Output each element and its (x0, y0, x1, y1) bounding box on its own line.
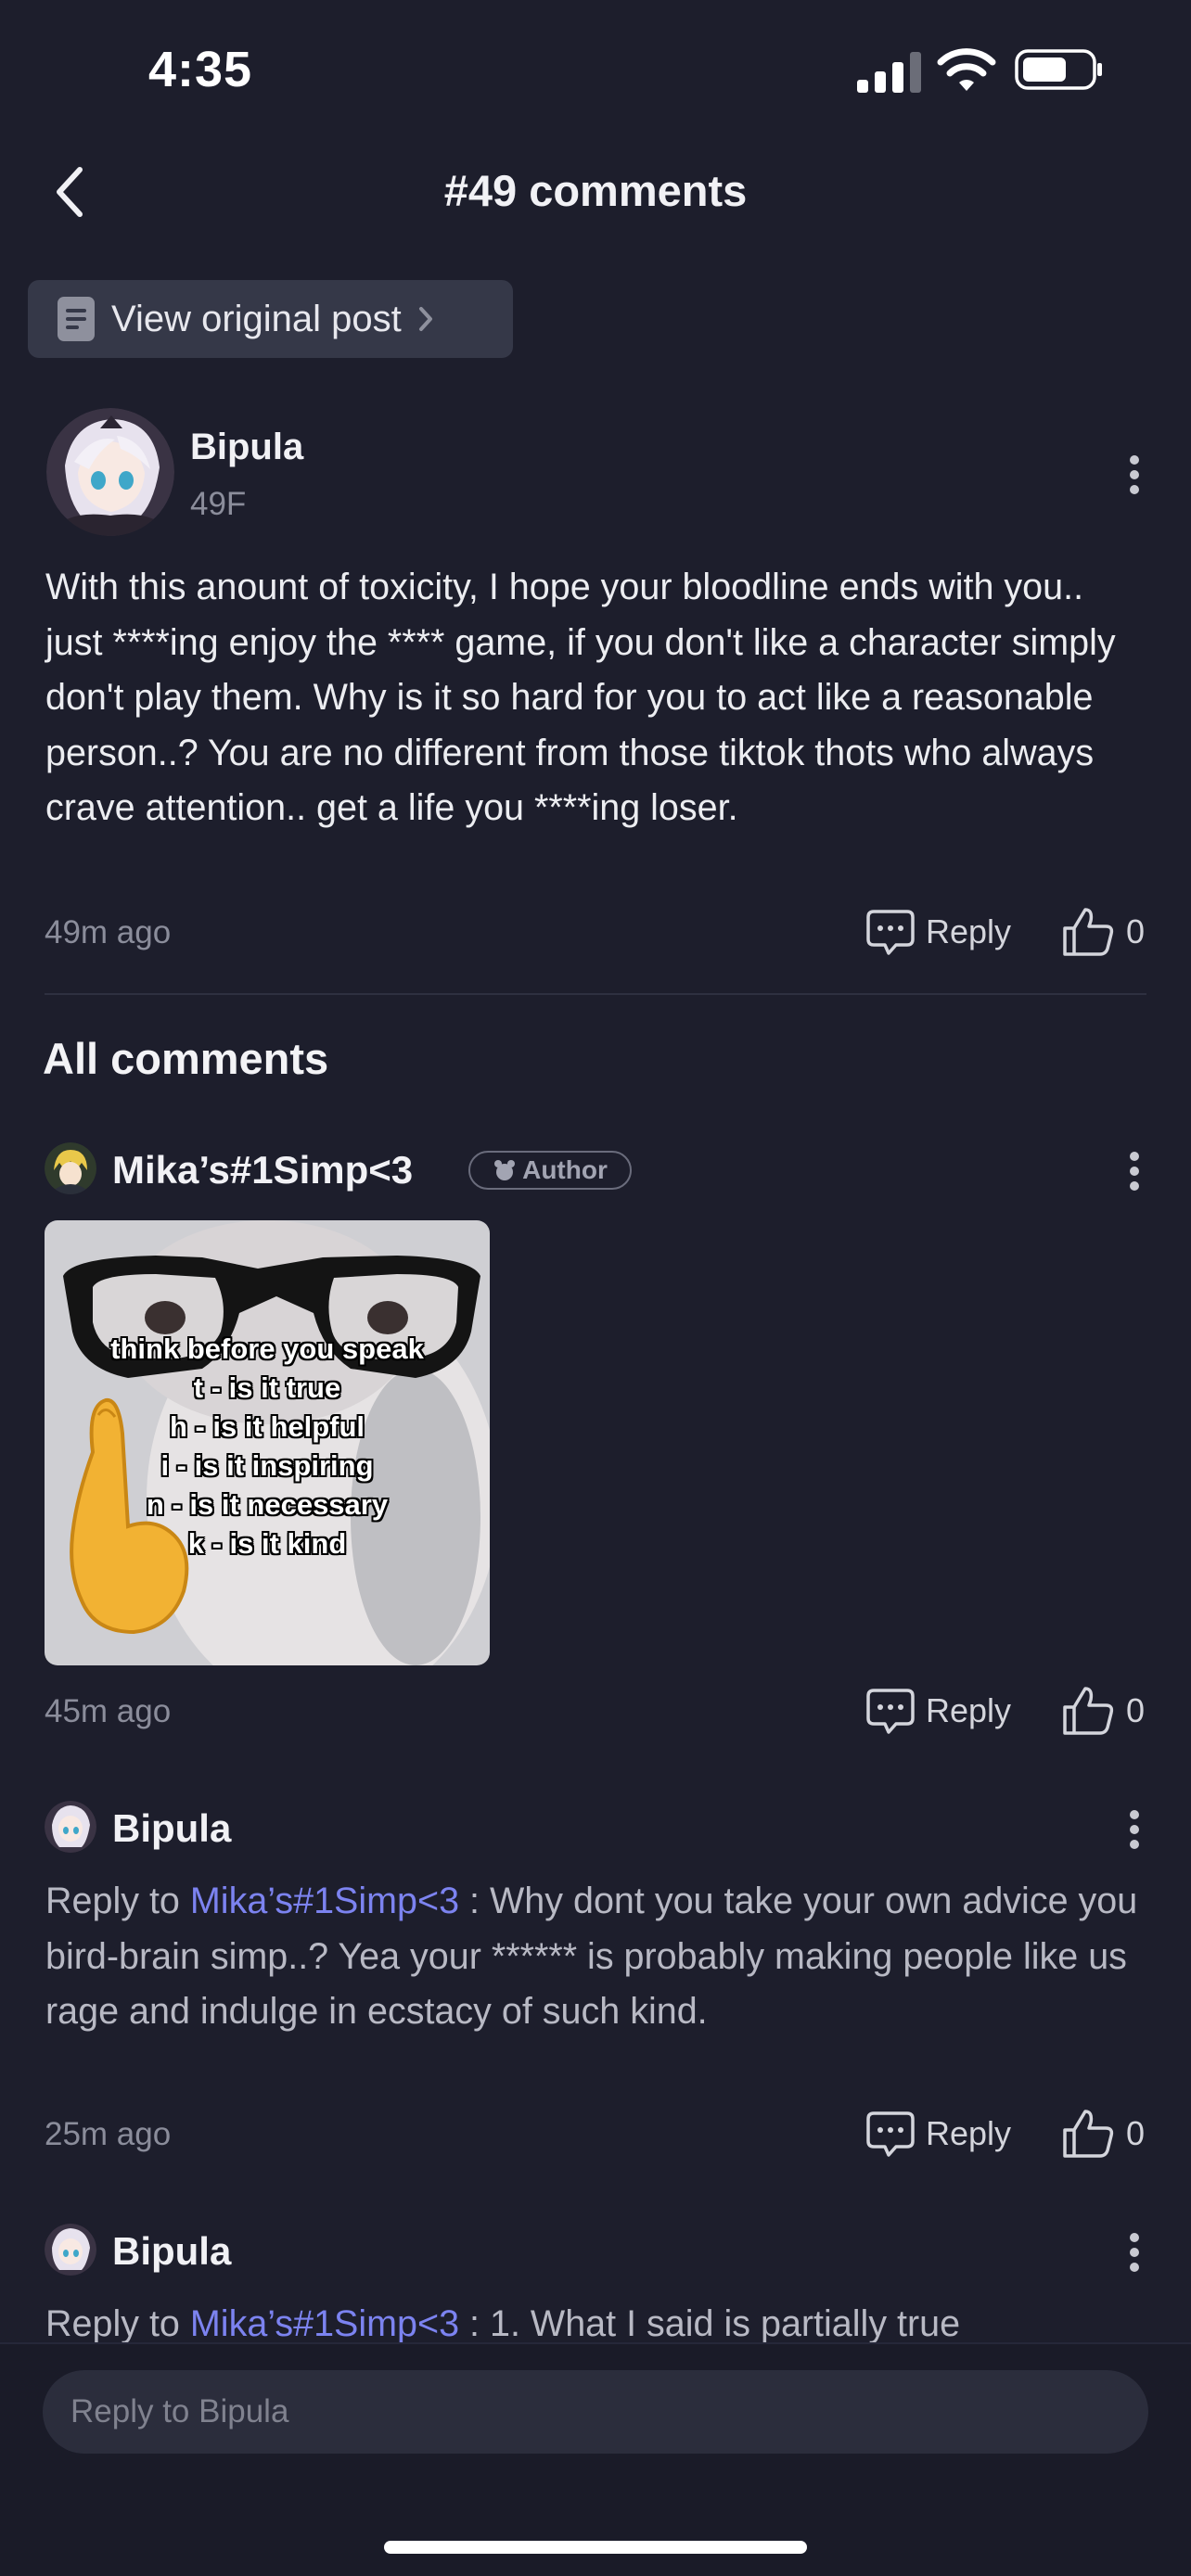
like-count: 0 (1126, 912, 1146, 950)
wifi-icon (937, 48, 996, 91)
reply-input[interactable]: Reply to Bipula (43, 2370, 1148, 2454)
thumbs-up-icon (1063, 1687, 1114, 1735)
thumbs-up-icon (1063, 908, 1114, 956)
more-options-icon[interactable] (1128, 454, 1141, 495)
avatar[interactable] (45, 2224, 96, 2276)
comment-author[interactable]: Bipula (112, 1806, 231, 1851)
comment-text: With this anount of toxicity, I hope you… (45, 567, 1116, 828)
mention-link[interactable]: Mika’s#1Simp<3 (190, 2303, 459, 2344)
divider (45, 993, 1146, 995)
more-options-icon[interactable] (1128, 1809, 1141, 1850)
reply-label: Reply (926, 2114, 1012, 2152)
reply-label: Reply (926, 1691, 1012, 1729)
battery-icon (1015, 49, 1102, 90)
avatar[interactable] (45, 1801, 96, 1853)
meme-caption: think before you speak t - is it true h … (110, 1333, 424, 1560)
document-icon (58, 297, 95, 341)
comment-text: Reply to Mika’s#1Simp<3 : Why dont you t… (45, 1881, 1138, 2032)
cellular-signal-icon (857, 52, 921, 93)
status-time: 4:35 (148, 42, 253, 97)
view-original-post-label: View original post (111, 298, 402, 339)
page-title: #49 comments (443, 166, 748, 215)
like-button[interactable]: 0 (1061, 2108, 1145, 2160)
like-button[interactable]: 0 (1061, 906, 1145, 958)
mention-link[interactable]: Mika’s#1Simp<3 (190, 1881, 459, 1921)
author-badge-label: Author (522, 1155, 608, 1184)
reply-label: Reply (926, 912, 1012, 950)
reply-button[interactable]: Reply (864, 2108, 1011, 2160)
floor-number: 49F (190, 486, 247, 522)
avatar[interactable] (45, 1142, 96, 1194)
view-original-post-button[interactable]: View original post (28, 280, 513, 358)
comment-timestamp: 25m ago (45, 2116, 172, 2152)
reply-button[interactable]: Reply (864, 906, 1011, 958)
home-indicator[interactable] (384, 2541, 807, 2554)
more-options-icon[interactable] (1128, 1151, 1141, 1192)
comment-author[interactable]: Bipula (190, 427, 303, 468)
all-comments-heading: All comments (43, 1034, 329, 1083)
comment-bubble-icon (866, 1689, 915, 1734)
author-badge: Author (468, 1151, 632, 1190)
comment-image[interactable]: think before you speak t - is it true h … (45, 1220, 490, 1665)
comment-author[interactable]: Bipula (112, 2229, 231, 2274)
comment-bubble-icon (866, 2111, 915, 2157)
comment-author[interactable]: Mika’s#1Simp<3 (112, 1148, 413, 1192)
reply-button[interactable]: Reply (864, 1685, 1011, 1737)
comment-timestamp: 49m ago (45, 914, 172, 950)
more-options-icon[interactable] (1128, 2232, 1141, 2273)
comment-bubble-icon (866, 910, 915, 955)
like-count: 0 (1126, 2114, 1146, 2152)
avatar[interactable] (46, 408, 174, 536)
comment-timestamp: 45m ago (45, 1693, 172, 1729)
reply-input-placeholder: Reply to Bipula (70, 2393, 289, 2429)
author-icon (494, 1160, 516, 1180)
like-button[interactable]: 0 (1061, 1685, 1145, 1737)
thumbs-up-icon (1063, 2110, 1114, 2158)
chevron-right-icon (418, 307, 432, 331)
like-count: 0 (1126, 1691, 1146, 1729)
